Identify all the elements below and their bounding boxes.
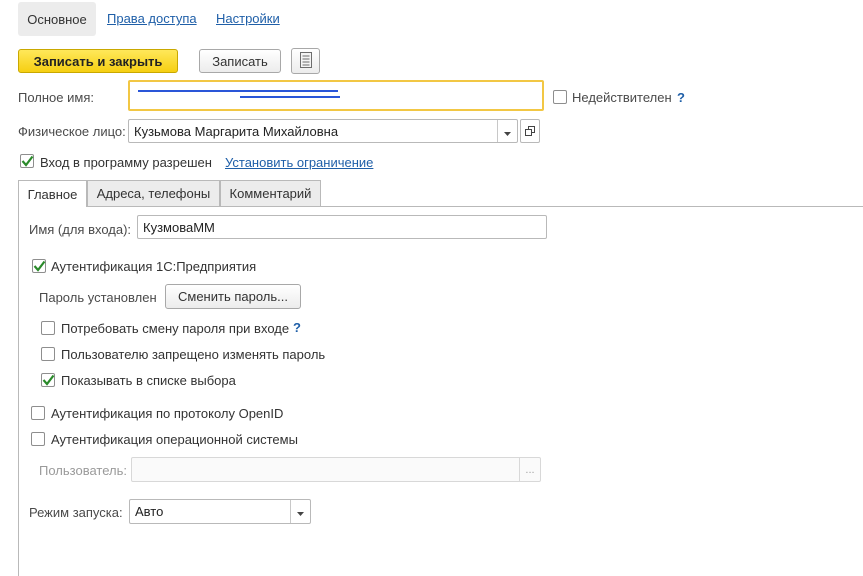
require-change-help-icon[interactable]: ? xyxy=(293,320,301,335)
launch-mode-select[interactable]: Авто xyxy=(129,499,311,524)
login-allowed-label: Вход в программу разрешен xyxy=(40,155,212,170)
redaction-mark xyxy=(138,90,338,92)
launch-mode-dropdown-button[interactable] xyxy=(290,500,310,523)
checkmark-icon xyxy=(33,260,46,272)
save-and-close-label: Записать и закрыть xyxy=(33,53,163,69)
openid-label: Аутентификация по протоколу OpenID xyxy=(51,406,284,421)
tab-main-label: Главное xyxy=(27,186,78,202)
document-list-icon xyxy=(299,51,312,71)
nav-link-settings[interactable]: Настройки xyxy=(216,11,280,26)
tab-addresses-phones-label: Адреса, телефоны xyxy=(96,186,211,201)
checkmark-icon xyxy=(42,374,55,386)
launch-mode-value: Авто xyxy=(135,504,164,519)
forbid-change-label: Пользователю запрещено изменять пароль xyxy=(61,347,326,362)
person-open-button[interactable] xyxy=(520,119,540,143)
auth-1c-checkbox[interactable] xyxy=(32,259,46,273)
person-dropdown-button[interactable] xyxy=(497,120,517,142)
form-menu-button[interactable] xyxy=(291,48,320,74)
os-user-input: ... xyxy=(131,457,541,482)
open-window-icon xyxy=(525,124,535,139)
tab-main[interactable]: Главное xyxy=(18,180,87,207)
show-in-list-checkbox[interactable] xyxy=(41,373,55,387)
openid-checkbox[interactable] xyxy=(31,406,45,420)
tab-addresses-phones[interactable]: Адреса, телефоны xyxy=(87,180,220,206)
invalid-help-icon[interactable]: ? xyxy=(677,90,685,105)
save-label: Записать xyxy=(212,53,268,69)
invalid-label: Недействителен xyxy=(572,90,672,105)
nav-tab-main[interactable]: Основное xyxy=(18,2,96,36)
os-user-select-button: ... xyxy=(519,458,540,481)
change-password-button[interactable]: Сменить пароль... xyxy=(165,284,301,309)
nav-link-access-rights[interactable]: Права доступа xyxy=(107,11,197,26)
checkmark-icon xyxy=(21,155,34,167)
save-and-close-button[interactable]: Записать и закрыть xyxy=(18,49,178,73)
nav-tab-main-label: Основное xyxy=(27,11,87,27)
invalid-checkbox[interactable] xyxy=(553,90,567,104)
tab-comment[interactable]: Комментарий xyxy=(220,180,321,206)
user-label: Пользователь: xyxy=(39,463,127,478)
login-name-label: Имя (для входа): xyxy=(29,222,132,237)
triangle-down-icon xyxy=(504,124,511,139)
require-change-label: Потребовать смену пароля при входе xyxy=(61,321,290,336)
os-user-select-label: ... xyxy=(525,463,535,476)
triangle-down-icon xyxy=(297,504,304,519)
person-input[interactable]: Кузьмова Маргарита Михайловна xyxy=(128,119,518,143)
set-restriction-link[interactable]: Установить ограничение xyxy=(225,155,373,170)
require-change-checkbox[interactable] xyxy=(41,321,55,335)
auth-1c-label: Аутентификация 1С:Предприятия xyxy=(51,259,257,274)
os-auth-checkbox[interactable] xyxy=(31,432,45,446)
full-name-label: Полное имя: xyxy=(18,90,94,105)
login-name-value: КузмоваММ xyxy=(143,220,215,235)
save-button[interactable]: Записать xyxy=(199,49,281,73)
full-name-input[interactable] xyxy=(128,80,544,111)
login-name-input[interactable]: КузмоваММ xyxy=(137,215,547,239)
os-auth-label: Аутентификация операционной системы xyxy=(51,432,298,447)
show-in-list-label: Показывать в списке выбора xyxy=(61,373,236,388)
forbid-change-checkbox[interactable] xyxy=(41,347,55,361)
tab-comment-label: Комментарий xyxy=(229,186,312,201)
person-value: Кузьмова Маргарита Михайловна xyxy=(134,124,339,139)
redaction-mark xyxy=(240,96,340,98)
launch-mode-label: Режим запуска: xyxy=(29,505,123,520)
person-label: Физическое лицо: xyxy=(18,124,126,139)
login-allowed-checkbox[interactable] xyxy=(20,154,34,168)
change-password-label: Сменить пароль... xyxy=(178,289,288,304)
password-set-label: Пароль установлен xyxy=(39,290,157,305)
